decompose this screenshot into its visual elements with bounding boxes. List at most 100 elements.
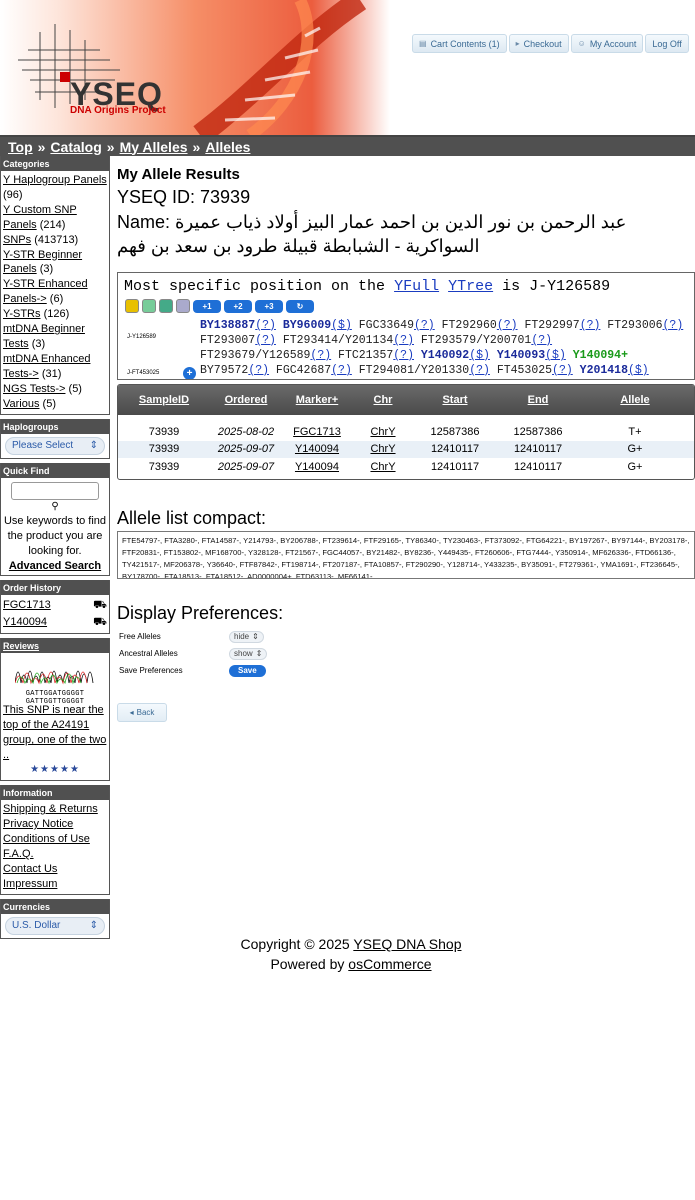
ancestral-alleles-select[interactable]: show ⇕ [229,647,268,660]
back-button[interactable]: ◂ Back [117,703,167,722]
marker-link[interactable]: Y140094 [295,461,339,473]
advanced-search-link[interactable]: Advanced Search [9,560,101,572]
ytree-panel: Most specific position on the YFull YTre… [117,272,695,380]
category-link[interactable]: Y-STRs [3,308,41,320]
column-header[interactable]: Chr [352,394,414,406]
currency-select[interactable]: U.S. Dollar ⇕ [5,916,105,935]
snp-order-link[interactable]: (?) [393,349,414,362]
information-link[interactable]: F.A.Q. [3,847,107,862]
snp-order-link[interactable]: (?) [531,334,552,347]
breadcrumb-catalog[interactable]: Catalog [50,139,101,155]
column-header[interactable]: Start [414,394,496,406]
pref-save-label: Save Preferences [119,666,183,675]
cart-contents-button[interactable]: ▤ Cart Contents (1) [412,34,507,53]
reviews-title[interactable]: Reviews [1,638,109,654]
yseq-id: YSEQ ID: 73939 [117,187,251,207]
table-cell: 73939 [148,425,180,438]
order-history-link[interactable]: FGC1713 [3,598,51,613]
information-link[interactable]: Contact Us [3,862,107,877]
chr-link[interactable]: ChrY [370,443,395,455]
snp-order-link[interactable]: (?) [414,319,435,332]
category-link[interactable]: Various [3,398,39,410]
sidebar: Categories Y Haplogroup Panels (96) Y Cus… [0,156,110,943]
marker-link[interactable]: FGC1713 [293,426,341,438]
snp-order-link[interactable]: (?) [663,319,684,332]
table-cell: 2025-09-07 [217,460,275,473]
snp-name: Y201418 [579,364,628,377]
cart-label: Cart Contents (1) [430,38,500,49]
table-cell: ChrY [352,461,414,473]
breadcrumb-my-alleles[interactable]: My Alleles [120,139,188,155]
information-link[interactable]: Shipping & Returns [3,802,107,817]
save-button[interactable]: Save [229,664,266,677]
full-view-icon[interactable] [125,299,139,313]
information-link[interactable]: Impressum [3,877,107,892]
cart-add-icon[interactable]: ⛟ [93,598,107,613]
chr-link[interactable]: ChrY [370,461,395,473]
category-link[interactable]: NGS Tests-> [3,383,65,395]
column-header[interactable]: Ordered [210,394,282,406]
snp-order-link[interactable]: (?) [248,364,269,377]
information-link[interactable]: Privacy Notice [3,817,107,832]
review-text-link[interactable]: This SNP is near the top of the A24191 g… [3,703,107,763]
snp-order-link[interactable]: ($) [628,364,649,377]
quick-find-input[interactable] [11,481,99,500]
snp-order-link[interactable]: (?) [310,379,331,380]
cart-add-icon[interactable]: ⛟ [93,615,107,630]
chromatogram-image[interactable]: GATTGGATGGGGT GATTGGTTGGGGT [14,657,95,706]
order-history-link[interactable]: Y140094 [3,615,47,630]
snp-order-link[interactable]: (?) [469,364,490,377]
category-link[interactable]: Y-STR Enhanced Panels-> [3,278,88,305]
free-alleles-select[interactable]: hide ⇕ [229,630,264,643]
zoom-plus3-button[interactable]: +3 [255,300,283,313]
marker-link[interactable]: Y140094 [295,443,339,455]
yfull-link[interactable]: YFull [394,278,439,295]
snp-order-link[interactable]: (?) [393,334,414,347]
page-title: My Allele Results [117,166,240,183]
snp-name: FT294081/Y201330 [351,364,470,377]
snp-order-link[interactable]: (?) [310,349,331,362]
oscommerce-link[interactable]: osCommerce [348,956,431,972]
haplogroups-select[interactable]: Please Select ⇕ [5,436,105,455]
chr-link[interactable]: ChrY [370,426,395,438]
column-header[interactable]: Allele [580,394,690,406]
help-icon[interactable] [176,299,190,313]
zoom-plus2-button[interactable]: +2 [224,300,252,313]
column-header[interactable]: End [496,394,580,406]
category-link[interactable]: Y Haplogroup Panels [3,174,107,186]
zoom-plus1-button[interactable]: +1 [193,300,221,313]
snp-order-link[interactable]: ($) [545,349,566,362]
snp-order-link[interactable]: (?) [255,319,276,332]
shop-link[interactable]: YSEQ DNA Shop [353,936,461,952]
table-cell: 2025-09-07 [217,443,275,456]
ytree-link[interactable]: YTree [448,278,493,295]
information-link[interactable]: Conditions of Use [3,832,107,847]
checkout-button[interactable]: ▸ Checkout [508,34,569,53]
expand-node-button[interactable]: + [183,367,196,379]
table-cell: 12410117 [513,460,563,473]
logoff-button[interactable]: Log Off [645,34,689,53]
globe-icon[interactable] [159,299,173,313]
breadcrumb-alleles[interactable]: Alleles [205,139,250,155]
snp-order-link[interactable]: (?) [255,334,276,347]
my-account-button[interactable]: ☺ My Account [570,34,644,53]
refresh-button[interactable]: ↻ [286,300,314,313]
tree-node-label: J-Y126589 [127,334,157,340]
categories-list: Y Haplogroup Panels (96) Y Custom SNP Pan… [1,171,109,414]
snp-name: FT453025 [489,364,553,377]
column-header[interactable]: SampleID [118,394,210,406]
snp-order-link[interactable]: ($) [469,349,490,362]
category-link[interactable]: SNPs [3,234,31,246]
share-icon[interactable] [142,299,156,313]
dna-helix-banner [0,0,390,135]
snp-order-link[interactable]: ($) [331,319,352,332]
header-nav: ▤ Cart Contents (1) ▸ Checkout ☺ My Account… [412,34,689,53]
column-header[interactable]: Marker+ [282,394,352,406]
breadcrumb-top[interactable]: Top [8,139,33,155]
snp-order-link[interactable]: (?) [552,364,573,377]
snp-order-link[interactable]: (?) [331,364,352,377]
snp-order-link[interactable]: (?) [580,319,601,332]
search-icon[interactable]: ⚲ [3,500,107,514]
rating-stars: ★★★★★ [30,764,80,776]
snp-order-link[interactable]: (?) [497,319,518,332]
